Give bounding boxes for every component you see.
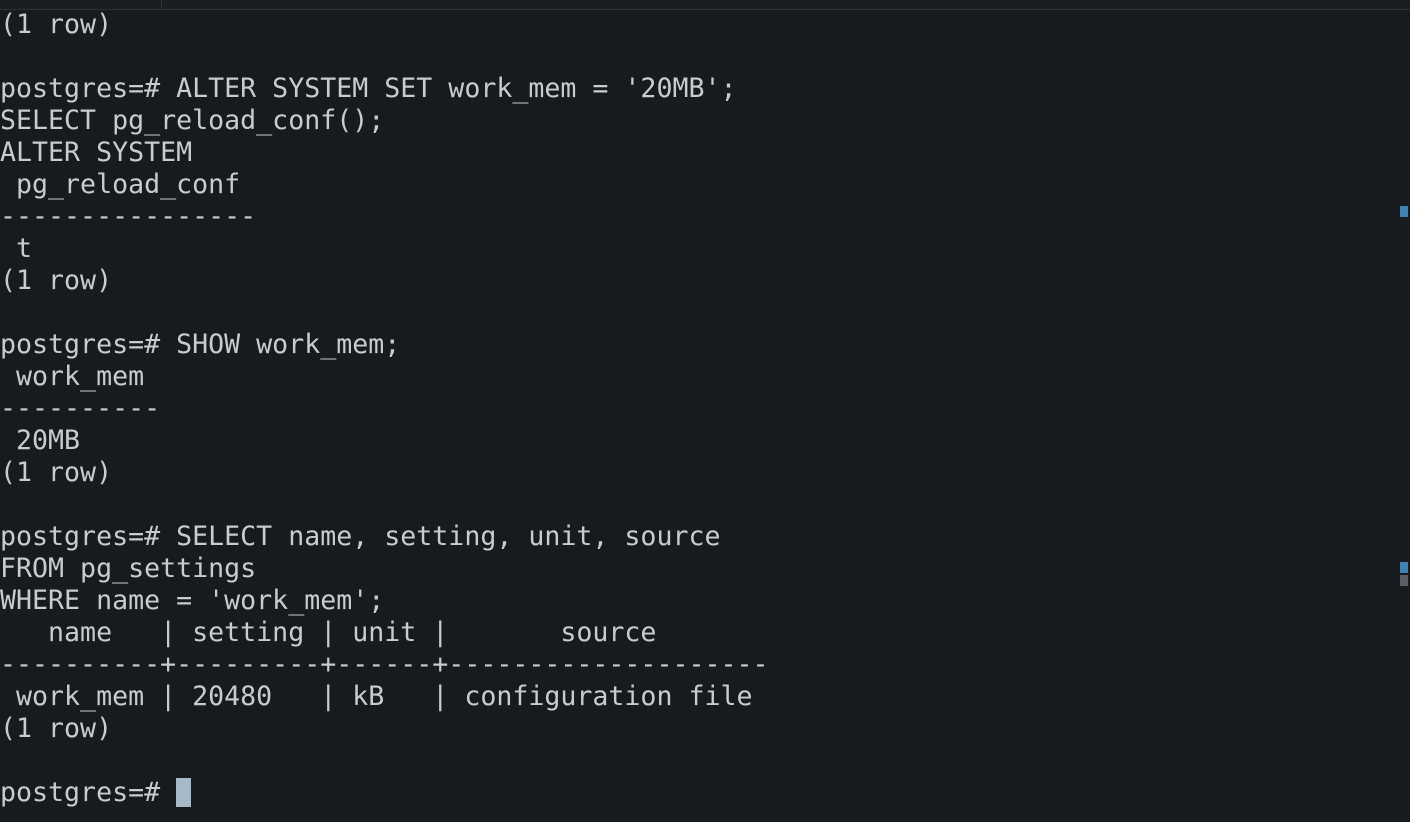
- output-line: (1 row): [0, 265, 113, 296]
- output-line: postgres=# ALTER SYSTEM SET work_mem = '…: [0, 73, 737, 104]
- prompt-line[interactable]: postgres=#: [0, 777, 769, 809]
- output-line: (1 row): [0, 9, 113, 40]
- prompt-text: postgres=#: [0, 777, 177, 808]
- output-line: (1 row): [0, 713, 113, 744]
- output-line: SELECT pg_reload_conf();: [0, 105, 385, 136]
- output-line: (1 row): [0, 457, 113, 488]
- output-line: ----------------: [0, 201, 257, 232]
- output-line: pg_reload_conf: [0, 169, 241, 200]
- output-line: work_mem: [0, 361, 145, 392]
- text-cursor: [176, 778, 192, 807]
- output-line: FROM pg_settings: [0, 553, 257, 584]
- scroll-marker: [1400, 562, 1408, 573]
- output-line: name | setting | unit | source: [0, 617, 657, 648]
- output-line: t: [0, 233, 33, 264]
- output-line: ----------+---------+------+------------…: [0, 649, 769, 680]
- output-line: work_mem | 20480 | kB | configuration fi…: [0, 681, 753, 712]
- output-line: postgres=# SHOW work_mem;: [0, 329, 401, 360]
- terminal-window[interactable]: (1 row) postgres=# ALTER SYSTEM SET work…: [0, 0, 1410, 822]
- scroll-marker: [1400, 206, 1408, 217]
- output-line: WHERE name = 'work_mem';: [0, 585, 385, 616]
- output-line: ALTER SYSTEM: [0, 137, 193, 168]
- terminal-output: (1 row) postgres=# ALTER SYSTEM SET work…: [0, 9, 769, 809]
- scroll-marker: [1400, 575, 1408, 586]
- output-line: postgres=# SELECT name, setting, unit, s…: [0, 521, 721, 552]
- output-line: ----------: [0, 393, 161, 424]
- tab-divider: [161, 0, 162, 9]
- output-line: 20MB: [0, 425, 81, 456]
